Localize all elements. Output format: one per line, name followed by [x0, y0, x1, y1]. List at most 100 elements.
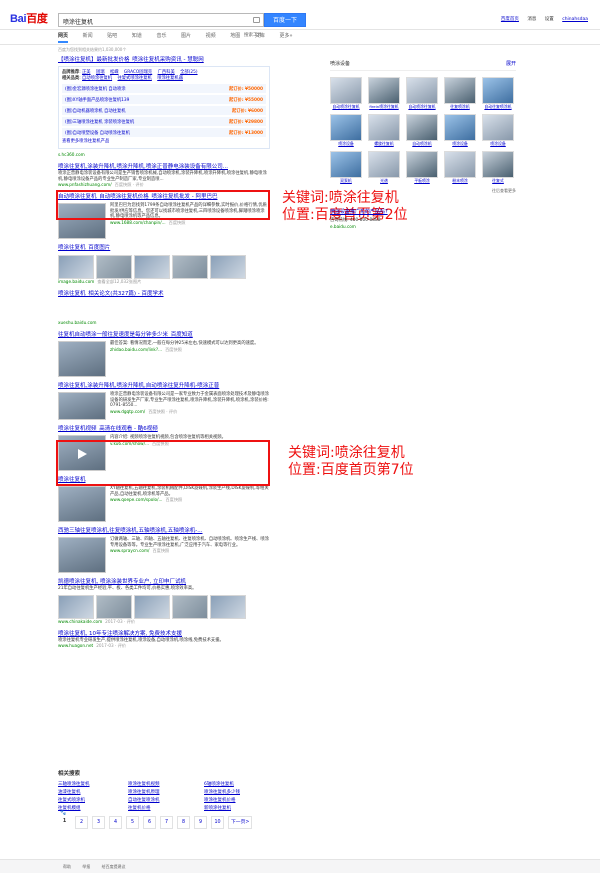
- brand-link[interactable]: 松嵘: [110, 70, 119, 75]
- brand-link[interactable]: 固瑞: [96, 70, 105, 75]
- page-link[interactable]: 6: [143, 816, 156, 829]
- tab-video[interactable]: 视频: [206, 32, 216, 39]
- related-link[interactable]: 喷涂往复机多少钱: [204, 790, 274, 796]
- result-title[interactable]: 西驰三轴往复喷涂机,往复喷涂机,五轴喷涂机,五轴喷涂机-...: [58, 528, 270, 535]
- grid-image: [482, 113, 514, 141]
- brand-link[interactable]: 广西科美: [158, 70, 175, 75]
- product-row[interactable]: (图)XY轴手面产品喷涂往复机139 起订价: ¥55000: [62, 95, 266, 104]
- product-row[interactable]: (图)金宏源喷涂往复机 自动喷涂 起订价: ¥50000: [62, 84, 266, 93]
- tab-images[interactable]: 图片: [181, 32, 191, 39]
- grid-item[interactable]: 双泵机: [330, 150, 362, 184]
- tab-tieba[interactable]: 贴吧: [107, 32, 117, 39]
- tab-web[interactable]: 网页: [58, 32, 69, 43]
- page-link[interactable]: 5: [126, 816, 139, 829]
- grid-item[interactable]: 自动往复喷涂机: [482, 77, 514, 110]
- page-link[interactable]: 4: [109, 816, 122, 829]
- search-button[interactable]: 百度一下: [264, 13, 306, 27]
- promo-title[interactable]: 喷涂设备推广东的产品吗?: [330, 208, 516, 215]
- related-link[interactable]: 喷涂往复机视频: [128, 782, 204, 788]
- tab-news[interactable]: 新闻: [83, 32, 93, 39]
- messages-link[interactable]: 消息: [527, 17, 536, 22]
- ad-thumb[interactable]: [96, 594, 132, 619]
- result-title[interactable]: 喷涂往复机,涂装升降机,喷涂升降机,喷涂正普静电涂装设备有限公司...: [58, 164, 270, 171]
- result-thumbnail[interactable]: [58, 486, 106, 523]
- related-link[interactable]: 自动往复喷涂机: [128, 798, 204, 804]
- page-link[interactable]: 9: [194, 816, 207, 829]
- result-title[interactable]: 喷涂往复机,涂装升降机,喷涂升降机,自动喷涂往复升降机-喷涂正普: [58, 383, 270, 390]
- camera-icon[interactable]: [253, 17, 260, 23]
- related-link[interactable]: 油漆往复机: [58, 790, 128, 796]
- related-link[interactable]: 往复式喷涂机: [58, 798, 128, 804]
- result-title[interactable]: 喷涂往复机视频_高清在线观看 - 酷6视频: [58, 426, 270, 433]
- footer-link[interactable]: 帮助: [63, 864, 71, 869]
- image-thumb[interactable]: [134, 255, 170, 280]
- grid-item[interactable]: 喷涂设备: [482, 113, 514, 147]
- related-link[interactable]: 三轴喷涂往复机: [58, 782, 128, 788]
- category-link[interactable]: 喷涂往复机器: [157, 76, 183, 81]
- result-title[interactable]: 喷涂往复机_百度图片: [58, 245, 270, 252]
- category-link[interactable]: 往复式喷涂往复机: [117, 76, 151, 81]
- page-link[interactable]: 8: [177, 816, 190, 829]
- grid-item[interactable]: 自动喷涂机: [406, 113, 438, 147]
- image-thumb[interactable]: [172, 255, 208, 280]
- tab-music[interactable]: 音乐: [156, 32, 166, 39]
- search-input[interactable]: 喷涂往复机: [58, 13, 264, 27]
- page-link[interactable]: 7: [160, 816, 173, 829]
- result-title[interactable]: 往复机自动喷涂一般往复速度是每分钟多少米_百度知道: [58, 332, 270, 339]
- grid-item[interactable]: 自动喷涂往复机: [330, 77, 362, 110]
- related-link[interactable]: 往复机模组: [58, 806, 128, 812]
- expand-link[interactable]: 展开: [506, 60, 516, 67]
- next-page-button[interactable]: 下一页>: [228, 816, 253, 829]
- user-link[interactable]: chinahsdaa: [562, 17, 588, 22]
- result-title[interactable]: 喷涂往复机_相关论文(共327篇) - 百度学术: [58, 291, 270, 298]
- image-thumb[interactable]: [210, 255, 246, 280]
- brand-link[interactable]: 正美: [82, 70, 91, 75]
- grid-item[interactable]: 粉末喷涂: [444, 150, 476, 184]
- product-row[interactable]: (图)三轴喷涂往复机 涂装喷涂往复机 起订价: ¥29800: [62, 117, 266, 126]
- grid-item[interactable]: 自动喷涂往复机: [406, 77, 438, 110]
- ad-thumb[interactable]: [58, 594, 94, 619]
- grid-item[interactable]: 螺旋往复机: [368, 113, 400, 147]
- result-thumbnail[interactable]: [58, 537, 106, 574]
- brand-link[interactable]: 全部(25): [180, 70, 197, 75]
- grid-item[interactable]: 喷涂设备: [330, 113, 362, 147]
- result-title[interactable]: 喷涂往复机, 10年专注喷涂解决方案, 免费技术支援: [58, 631, 270, 638]
- tab-map[interactable]: 地图: [230, 32, 240, 39]
- more-equipment-link[interactable]: 往后查看更多: [330, 188, 516, 194]
- page-link[interactable]: 3: [92, 816, 105, 829]
- search-tools-link[interactable]: 搜索工具: [244, 32, 262, 38]
- ad-thumb[interactable]: [134, 594, 170, 619]
- ad-thumb[interactable]: [172, 594, 208, 619]
- grid-item[interactable]: 平板喷涂: [406, 150, 438, 184]
- page-link[interactable]: 10: [211, 816, 224, 829]
- product-row[interactable]: (图)自动喷塑设备 自动喷涂往复机 起订价: ¥13000: [62, 128, 266, 137]
- brand-link[interactable]: GRACO固瑞克: [124, 70, 152, 75]
- related-link[interactable]: 往复机价格: [128, 806, 204, 812]
- grid-item[interactable]: 喷涂设备: [444, 113, 476, 147]
- related-link[interactable]: 6轴喷涂往复机: [204, 782, 274, 788]
- result-title[interactable]: 【喷涂往复机】最新批发价格_喷涂往复机采购资讯 - 慧聪网: [58, 57, 270, 64]
- settings-link[interactable]: 设置: [545, 17, 554, 22]
- related-link[interactable]: 喷涂往复机价格: [204, 798, 274, 804]
- grid-item[interactable]: 光谱: [368, 150, 400, 184]
- page-link[interactable]: 2: [75, 816, 88, 829]
- related-link[interactable]: 新喷涂往复机: [204, 806, 274, 812]
- baidu-logo[interactable]: Bai百度: [10, 10, 48, 26]
- result-thumbnail[interactable]: [58, 341, 106, 378]
- image-thumb[interactable]: [96, 255, 132, 280]
- grid-item[interactable]: 往复式: [482, 150, 514, 184]
- tab-zhidao[interactable]: 知道: [132, 32, 142, 39]
- footer-link[interactable]: 举报: [82, 864, 90, 869]
- related-link[interactable]: 喷涂往复机原理: [128, 790, 204, 796]
- ad-thumb[interactable]: [210, 594, 246, 619]
- grid-item[interactable]: firein喷涂往复机: [368, 77, 400, 110]
- image-thumb[interactable]: [58, 255, 94, 280]
- grid-item[interactable]: 往复喷涂机: [444, 77, 476, 110]
- footer-link[interactable]: 给百度提建议: [102, 864, 126, 869]
- tab-more[interactable]: 更多»: [279, 32, 292, 39]
- product-row[interactable]: (图)自动机器喷涂机 自动往复机 起订价: ¥6000: [62, 106, 266, 115]
- result-thumbnail[interactable]: [58, 392, 106, 421]
- brand-more-link[interactable]: 查看更多喷涂往复机产品: [62, 139, 266, 145]
- category-link[interactable]: 自动喷涂往复机: [82, 76, 112, 81]
- home-link[interactable]: 百度首页: [501, 17, 519, 22]
